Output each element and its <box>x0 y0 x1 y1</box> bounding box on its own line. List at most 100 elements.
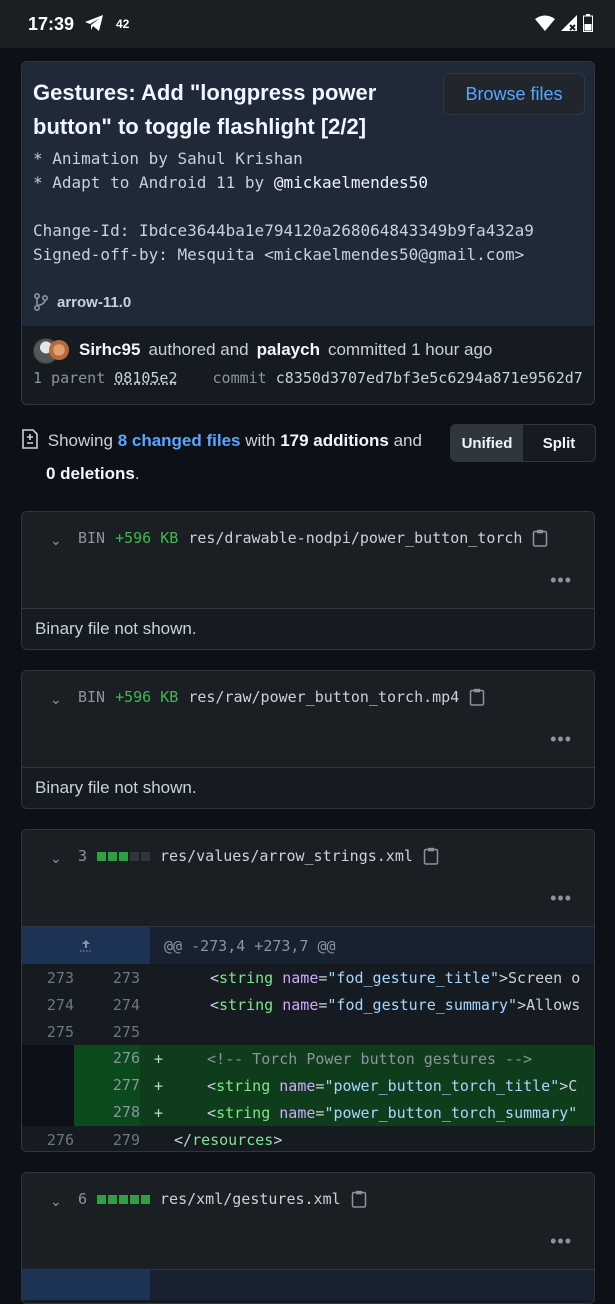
hunk-range: @@ -273,4 +273,7 @@ <box>164 936 336 955</box>
diff-line-added: 276 + <!-- Torch Power button gestures --… <box>22 1045 594 1072</box>
chevron-down-icon[interactable]: ⌄ <box>50 1193 62 1210</box>
diff-line-added: 277 + <string name="power_button_torch_ti… <box>22 1072 594 1099</box>
clipboard-icon[interactable] <box>351 1190 367 1208</box>
user-mention-link[interactable]: @mickaelmendes50 <box>274 173 428 192</box>
xml-attr: name <box>279 1103 316 1122</box>
chevron-down-icon[interactable]: ⌄ <box>50 691 62 708</box>
file-diff: ⌄ 3 res/values/arrow_strings.xml ••• @@ … <box>21 829 595 1152</box>
more-options-icon[interactable]: ••• <box>550 729 572 750</box>
diff-line-added: 278 + <string name="power_button_torch_su… <box>22 1099 594 1126</box>
commit-box: Gestures: Add "longpress power button" t… <box>21 61 595 405</box>
xml-comment: <!-- Torch Power button gestures --> <box>207 1049 533 1068</box>
new-line-number[interactable]: 277 <box>74 1072 140 1099</box>
binary-file-note: Binary file not shown. <box>35 778 197 797</box>
committer-link[interactable]: palaych <box>257 340 320 360</box>
new-line-number[interactable]: 276 <box>74 1045 140 1072</box>
commit-title: Gestures: Add "longpress power button" t… <box>33 80 377 139</box>
new-line-number[interactable]: 275 <box>74 1023 140 1041</box>
commit-message-line: * Adapt to Android 11 by @mickaelmendes5… <box>33 173 428 192</box>
new-line-number[interactable]: 278 <box>74 1099 140 1126</box>
chevron-down-icon[interactable]: ⌄ <box>50 532 62 549</box>
commit-message-line: * Animation by Sahul Krishan <box>33 149 303 168</box>
commit-parents: 1 parent 08105e2 commit c8350d3707ed7bf3… <box>33 369 583 387</box>
file-meta: BIN +596 KB res/drawable-nodpi/power_but… <box>78 529 548 547</box>
line-code: + <!-- Torch Power button gestures --> <box>140 1050 532 1068</box>
author-link[interactable]: Sirhc95 <box>79 340 140 360</box>
diff-line: 274 274 <string name="fod_gesture_summar… <box>22 991 594 1018</box>
more-options-icon[interactable]: ••• <box>550 570 572 591</box>
signal-icon <box>561 15 577 31</box>
parent-label: 1 parent <box>33 369 106 387</box>
diffstat-bars <box>97 851 151 861</box>
hunk-header: @@ -273,4 +273,7 @@ <box>22 927 594 964</box>
file-diff: ⌄ 6 res/xml/gestures.xml ••• <box>21 1172 595 1304</box>
chevron-down-icon[interactable]: ⌄ <box>50 850 62 867</box>
diff-line: 276 279 </resources> <box>22 1126 594 1151</box>
old-line-number <box>22 1099 74 1126</box>
file-meta: 6 res/xml/gestures.xml <box>78 1190 367 1208</box>
deletions-count: 0 deletions <box>46 464 135 483</box>
old-line-number <box>22 1045 74 1072</box>
xml-value: "power_button_torch_summary" <box>324 1103 578 1122</box>
line-code: + <string name="power_button_torch_summar… <box>154 1103 578 1122</box>
file-size: +596 KB <box>115 688 179 706</box>
xml-attr: name <box>282 995 319 1014</box>
diff-icon <box>22 429 38 449</box>
commit-sha: c8350d3707ed7bf3e5c6294a871e9562d7 <box>275 369 583 387</box>
file-path: res/drawable-nodpi/power_button_torch <box>188 529 523 547</box>
change-count: 6 <box>78 1190 88 1208</box>
more-options-icon[interactable]: ••• <box>550 888 572 909</box>
xml-attr: name <box>282 968 319 987</box>
diff-summary: Showing 8 changed files with 179 additio… <box>21 424 441 490</box>
notification-count: 42 <box>116 17 130 31</box>
more-options-icon[interactable]: ••• <box>550 1231 572 1252</box>
file-type: BIN <box>78 529 106 547</box>
clipboard-icon[interactable] <box>469 688 485 706</box>
file-diff: ⌄ BIN +596 KB res/raw/power_button_torch… <box>21 670 595 809</box>
file-header: ⌄ 6 res/xml/gestures.xml ••• <box>22 1173 594 1270</box>
split-button[interactable]: Split <box>523 425 595 461</box>
clipboard-icon[interactable] <box>423 847 439 865</box>
line-code: </resources> <box>174 1130 283 1149</box>
parent-sha-link[interactable]: 08105e2 <box>114 369 177 387</box>
additions-count: 179 additions <box>280 431 389 450</box>
xml-tag: string <box>216 1076 271 1095</box>
commit-authors: Sirhc95 authored and palaych committed 1… <box>33 338 492 364</box>
old-line-number[interactable]: 274 <box>22 996 74 1014</box>
xml-text: >C <box>559 1076 578 1095</box>
git-branch-icon <box>34 293 49 311</box>
battery-icon <box>583 14 593 32</box>
new-line-number[interactable]: 273 <box>74 969 140 987</box>
diffstat-bars <box>97 1194 151 1204</box>
new-line-number[interactable]: 279 <box>74 1131 140 1149</box>
branch-link[interactable]: arrow-11.0 <box>33 293 131 311</box>
file-path: res/xml/gestures.xml <box>160 1190 341 1208</box>
old-line-number[interactable]: 275 <box>22 1023 74 1041</box>
hunk-header <box>22 1270 594 1300</box>
xml-text: >Screen o <box>499 968 581 987</box>
xml-tag: resources <box>192 1130 274 1149</box>
status-bar: 17:39 42 <box>0 0 615 48</box>
expand-up-icon[interactable] <box>22 927 150 964</box>
summary-text: with <box>245 431 276 450</box>
browse-files-button[interactable]: Browse files <box>443 73 585 115</box>
summary-text: and <box>393 431 422 450</box>
unified-button[interactable]: Unified <box>451 425 523 461</box>
committer-avatar[interactable] <box>49 340 69 360</box>
xml-attr: name <box>279 1076 316 1095</box>
expand-up-icon[interactable] <box>22 1270 150 1300</box>
file-size: +596 KB <box>115 529 179 547</box>
changed-files-link[interactable]: 8 changed files <box>118 431 241 450</box>
old-line-number[interactable]: 273 <box>22 969 74 987</box>
diff-view-toggle: Unified Split <box>450 424 596 462</box>
xml-tag: string <box>216 1103 271 1122</box>
change-id: Change-Id: Ibdce3644ba1e794120a268064843… <box>33 221 534 240</box>
clipboard-icon[interactable] <box>532 529 548 547</box>
file-header: ⌄ 3 res/values/arrow_strings.xml ••• <box>22 830 594 927</box>
file-header: ⌄ BIN +596 KB res/drawable-nodpi/power_b… <box>22 512 594 609</box>
line-code: + <string name="power_button_torch_title"… <box>154 1076 578 1095</box>
xml-tag: string <box>219 995 274 1014</box>
old-line-number[interactable]: 276 <box>22 1131 74 1149</box>
new-line-number[interactable]: 274 <box>74 996 140 1014</box>
file-type: BIN <box>78 688 106 706</box>
